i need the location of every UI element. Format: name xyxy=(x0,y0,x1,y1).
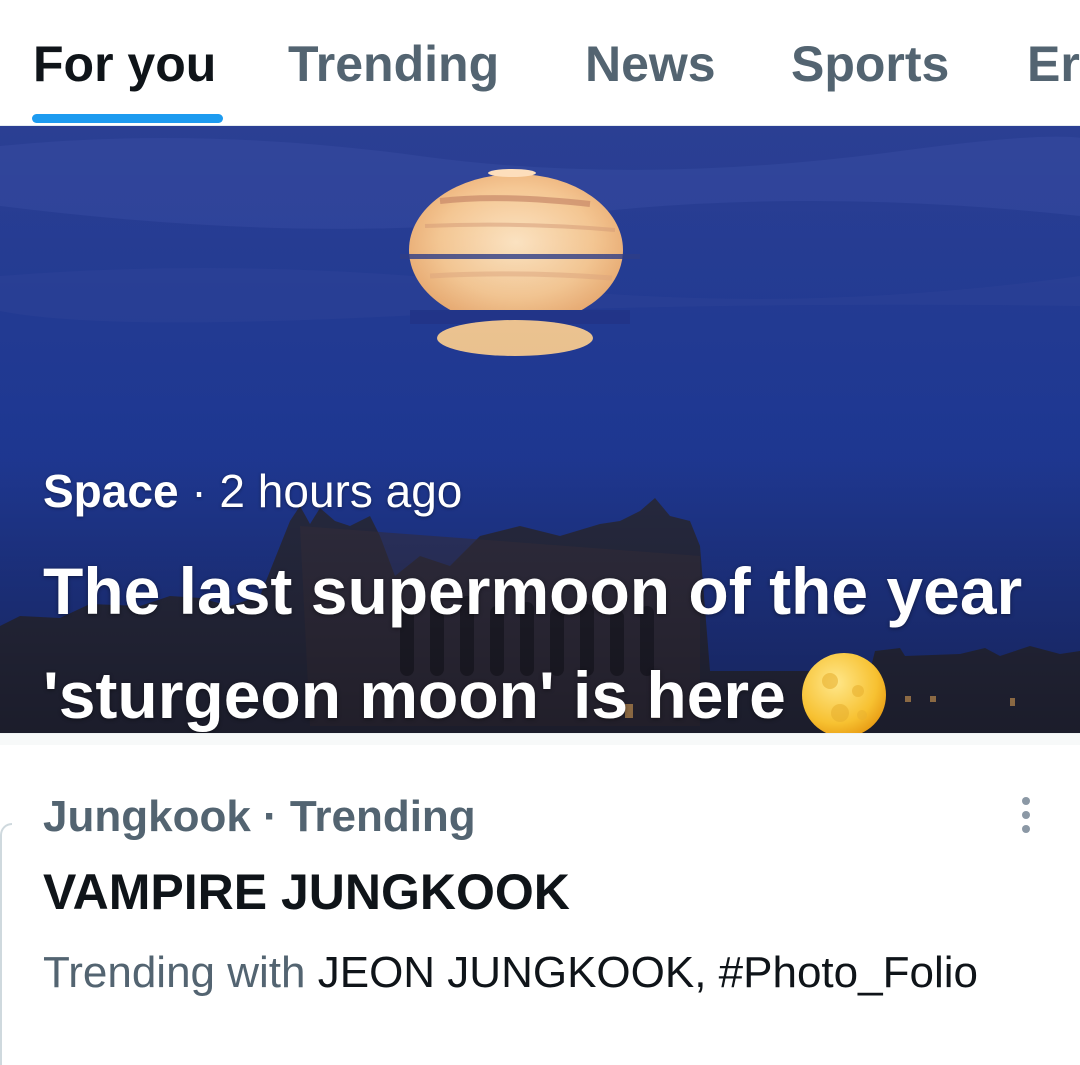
card-edge xyxy=(0,823,12,1065)
trending-with-names: JEON JUNGKOOK, #Photo_Folio xyxy=(317,948,978,997)
tab-for-you[interactable]: For you xyxy=(33,34,216,94)
hero-news-card[interactable]: Space · 2 hours ago The last supermoon o… xyxy=(0,126,1080,733)
tab-trending[interactable]: Trending xyxy=(288,34,499,94)
hero-category: Space xyxy=(43,465,179,517)
full-moon-icon xyxy=(800,651,888,733)
hero-headline: The last supermoon of the year 'sturgeon… xyxy=(43,539,1043,733)
active-tab-indicator xyxy=(32,114,223,123)
hero-meta-separator: · xyxy=(191,465,207,517)
tab-sports[interactable]: Sports xyxy=(791,34,949,94)
hero-meta: Space · 2 hours ago xyxy=(43,464,462,518)
trend-item[interactable]: Jungkook · Trending VAMPIRE JUNGKOOK Tre… xyxy=(0,745,1080,1065)
tab-news[interactable]: News xyxy=(585,34,716,94)
more-vertical-icon[interactable] xyxy=(1008,795,1044,835)
trend-context: Jungkook · Trending xyxy=(43,792,476,841)
trend-title: VAMPIRE JUNGKOOK xyxy=(43,864,570,920)
trending-with-line: Trending with JEON JUNGKOOK, #Photo_Foli… xyxy=(43,948,978,998)
explore-tab-bar: For you Trending News Sports Er xyxy=(0,0,1080,126)
trending-with-label: Trending with xyxy=(43,948,306,997)
tab-entertainment[interactable]: Er xyxy=(1027,34,1080,94)
hero-timestamp: 2 hours ago xyxy=(219,465,463,517)
